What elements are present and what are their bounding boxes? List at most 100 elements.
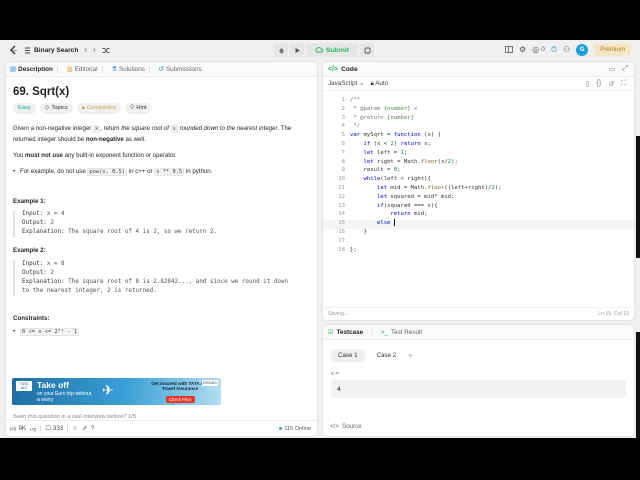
maximize-icon[interactable]: ⤢ (622, 65, 628, 73)
window-scrollbar[interactable] (636, 332, 640, 438)
run-button[interactable] (290, 43, 304, 57)
coins-icon[interactable]: ◎ (532, 45, 539, 54)
line-number: 12 (338, 193, 345, 200)
online-dot-icon (279, 427, 283, 430)
mode-label: Auto (375, 79, 389, 87)
line-numbers: 1 2 3 4 5 6 7 8 9 10 11 12 13 14 15 16 17 18 (323, 96, 345, 254)
problem-title[interactable]: 69. Sqrt(x) (13, 86, 310, 98)
problem-list-title[interactable]: Binary Search (24, 47, 78, 54)
code-line: }; (350, 246, 357, 253)
bookmark-icon[interactable]: ▯ (586, 80, 590, 88)
comments-button[interactable]: ☐ 333 (45, 425, 63, 432)
explanation-value: The square root of 8 is 2.82842..., and … (68, 278, 288, 285)
constraint-item: 0 <= x <= 2³¹ - 1 (13, 327, 310, 337)
add-case-icon[interactable]: + (408, 351, 413, 360)
input-value: x = 4 (46, 211, 65, 218)
tab-solutions-label: Solutions (118, 65, 145, 73)
braces-icon[interactable]: {} (597, 80, 602, 88)
input-label: Input: (22, 260, 44, 267)
problem-list-label: Binary Search (34, 46, 79, 54)
source-toggle[interactable]: </> Source (330, 423, 362, 430)
online-count: 115 Online (279, 426, 311, 432)
hint-chip[interactable]: 💡︎ Hint (125, 103, 152, 115)
debug-button[interactable] (274, 43, 288, 57)
prev-problem-icon[interactable]: ‹ (84, 46, 87, 54)
variable-label: x = (331, 371, 339, 377)
code-editor[interactable]: 1 2 3 4 5 6 7 8 9 10 11 12 13 14 15 16 17 18 /** * @param… (323, 92, 634, 302)
companies-chip[interactable]: 🔒︎ Companies (76, 103, 122, 115)
tab-description[interactable]: ▤ Description | (10, 65, 59, 74)
online-label: 115 Online (284, 425, 311, 432)
code-lines[interactable]: /** * @param {number} x * @return {numbe… (350, 96, 502, 254)
line-number: 8 (341, 158, 345, 165)
favorite-button[interactable]: ☆ (72, 425, 78, 432)
example-1-input: Input: x = 4 (22, 210, 310, 219)
line-number: 6 (341, 140, 345, 147)
reset-icon[interactable]: ↺ (608, 80, 614, 88)
share-button[interactable]: ⇗ (82, 425, 87, 432)
code-line: */ (350, 123, 361, 130)
ad-logo: TATA AIG (16, 381, 32, 391)
dislike-button[interactable]: 👎︎ (30, 425, 36, 433)
code-title[interactable]: Code (341, 66, 357, 73)
language-label: JavaScript (328, 80, 358, 87)
case-1-button[interactable]: Case 1 (331, 349, 365, 362)
explanation-label: Explanation: (22, 229, 65, 236)
tab-submissions[interactable]: ↺ Submissions (158, 65, 201, 74)
next-problem-icon[interactable]: › (93, 46, 96, 54)
comment-count: 333 (52, 425, 64, 432)
ad-cta-button[interactable]: Check Price (166, 396, 195, 403)
code-icon: </> (330, 423, 339, 430)
thumbs-down-icon: 👎︎ (30, 425, 37, 433)
help-button[interactable]: ? (91, 425, 94, 432)
like-button[interactable]: 👍︎ 9K (10, 425, 26, 433)
airplane-icon: ✈ (102, 382, 114, 398)
like-count: 9K (18, 425, 27, 432)
thumbs-up-icon: 👍︎ (10, 425, 17, 433)
leetcode-logo-icon[interactable] (9, 45, 18, 56)
desc-text: Given a non-negative integer (13, 125, 93, 133)
fullscreen-icon[interactable]: ⛶ (621, 80, 626, 88)
checkbox-icon: ☑ (328, 328, 334, 336)
advertisement-banner[interactable]: TATA AIG Take off on your Euro trip with… (12, 378, 221, 405)
output-label: Output: (22, 220, 47, 227)
topics-chip[interactable]: ◇ Topics (39, 103, 73, 115)
avatar[interactable]: G (576, 43, 589, 56)
top-bar-right: ⚙ ◎ 0 ⏱ ⚇ G Premium (505, 43, 631, 56)
mode-indicator[interactable]: 🔒︎ Auto (370, 80, 388, 88)
case-selector: Case 1 Case 2 + (323, 340, 634, 362)
notes-button[interactable] (360, 43, 375, 57)
language-select[interactable]: JavaScript ⌄ (328, 80, 364, 87)
add-friend-icon[interactable]: ⚇ (563, 45, 570, 54)
testcase-panel: ☑ Testcase | >_ Test Result Case 1 Case … (322, 324, 635, 437)
tab-solutions[interactable]: ⚗ Solutions | (111, 65, 150, 74)
output-value: 2 (50, 269, 54, 276)
output-value: 2 (50, 220, 54, 227)
constraints-heading: Constraints: (13, 314, 50, 322)
code-line: * @return {number} (350, 114, 414, 121)
code-header: </> Code ▭ ⤢ (323, 62, 634, 77)
run-controls: Submit (274, 43, 375, 57)
tab-editorial[interactable]: ▥ Editorial | (67, 65, 104, 74)
line-number: 4 (341, 123, 345, 130)
desc-text: in python. (184, 168, 213, 176)
timer-icon[interactable]: ⏱ (551, 45, 557, 54)
desc-text: in c++ or (127, 168, 155, 176)
line-number: 17 (338, 237, 345, 244)
window-scrollbar[interactable] (636, 136, 640, 258)
code-icon: </> (328, 65, 339, 73)
case-2-button[interactable]: Case 2 (370, 349, 404, 362)
settings-icon[interactable]: ⚙ (519, 45, 526, 54)
editor-toolbar: JavaScript ⌄ 🔒︎ Auto ▯ {} ↺ ⛶ (323, 77, 634, 91)
desc-text: For example, do not use (20, 168, 88, 176)
shuffle-icon[interactable] (102, 47, 110, 54)
tab-test-result[interactable]: >_ Test Result (381, 329, 422, 336)
layout-icon[interactable] (505, 46, 513, 53)
line-number: 18 (338, 246, 345, 253)
premium-button[interactable]: Premium (594, 43, 631, 56)
submit-button[interactable]: Submit (306, 43, 359, 57)
variable-input[interactable]: 4 (331, 380, 626, 398)
minimize-icon[interactable]: ▭ (609, 65, 616, 73)
tag-icon: ◇ (44, 105, 50, 112)
tab-testcase[interactable]: ☑ Testcase (328, 329, 363, 336)
